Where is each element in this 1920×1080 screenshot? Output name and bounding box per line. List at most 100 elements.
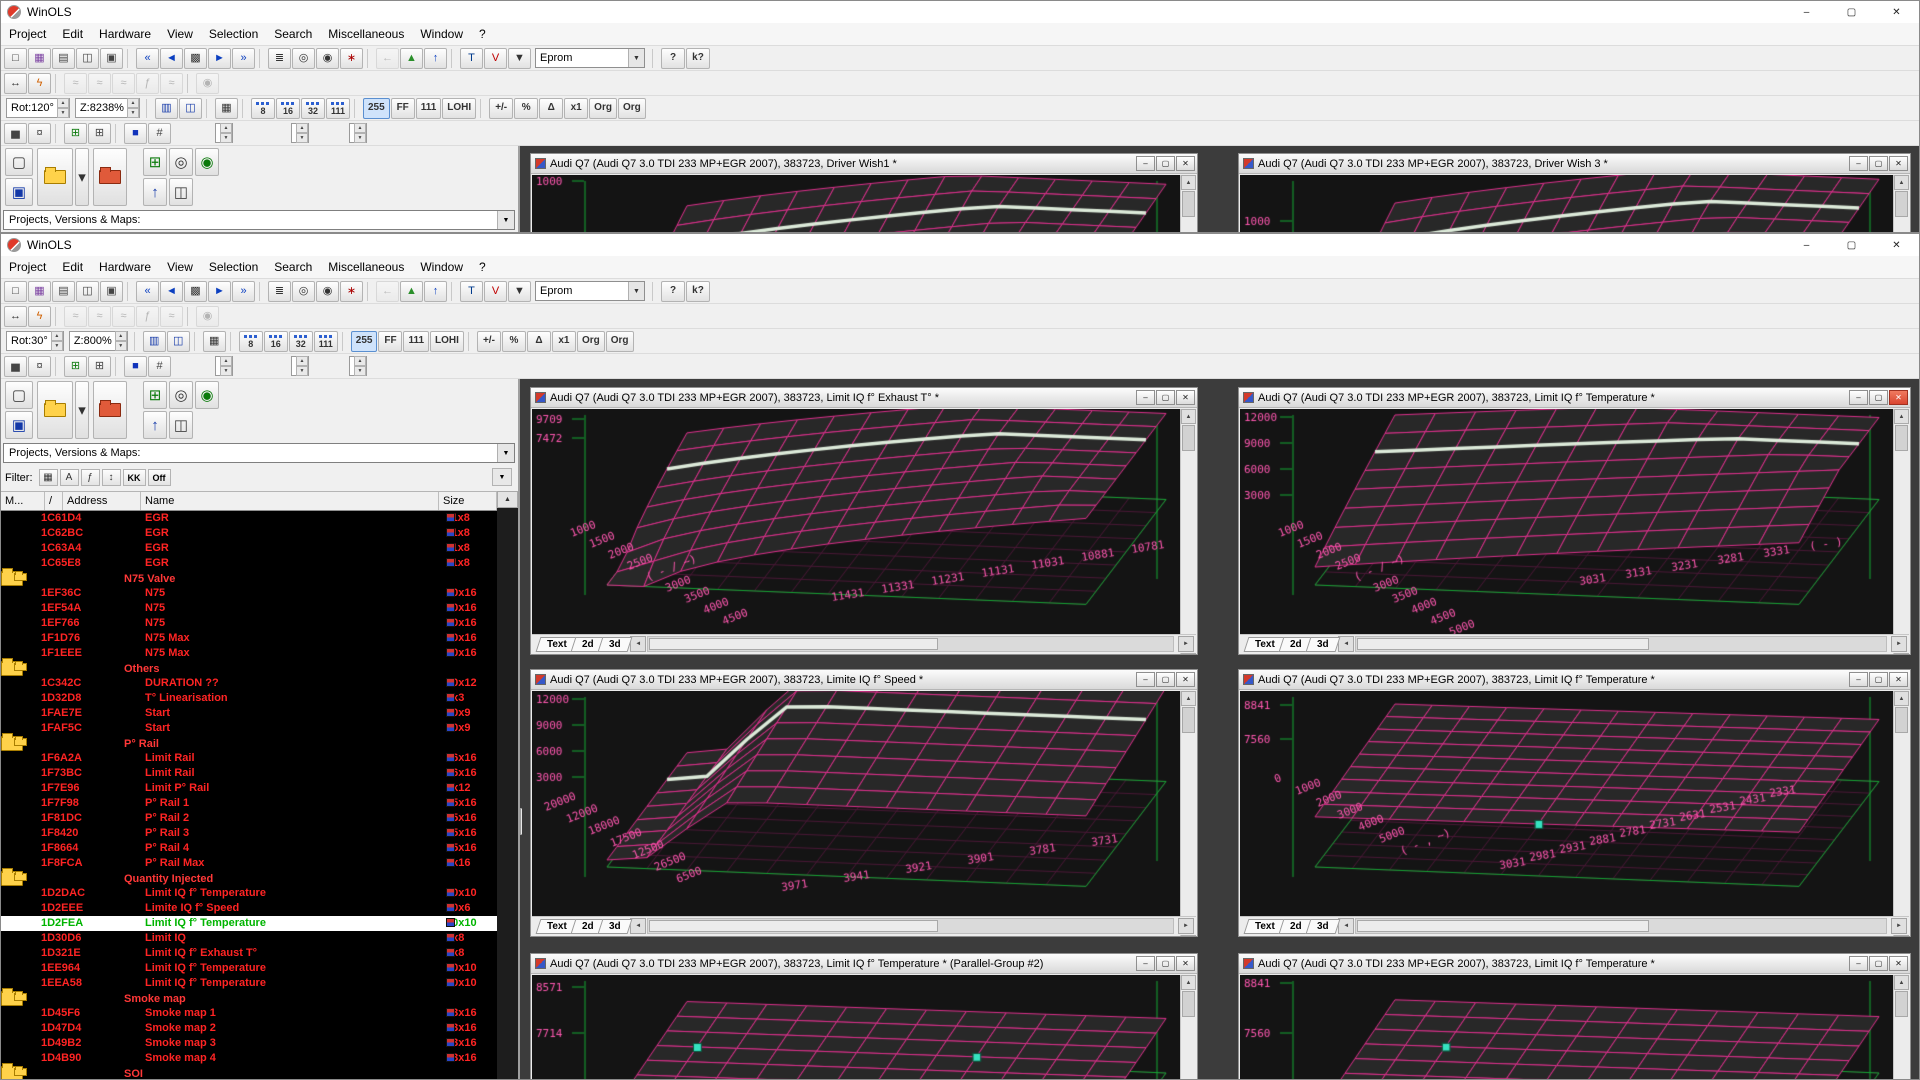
child-window-ml[interactable]: Audi Q7 (Audi Q7 3.0 TDI 233 MP+EGR 2007… [530, 669, 1198, 937]
projects-versions-combobox[interactable]: Projects, Versions & Maps: ▼ [3, 443, 515, 463]
column-header-m[interactable]: M... [1, 492, 45, 510]
original-button[interactable]: Org [577, 331, 605, 352]
surface-plot-3d[interactable] [532, 175, 1181, 232]
help-icon[interactable]: ? [661, 48, 685, 69]
scroll-right-button[interactable]: ► [1891, 918, 1907, 934]
projects-versions-combobox[interactable]: Projects, Versions & Maps: ▼ [3, 210, 515, 230]
child-close-button[interactable]: ✕ [1176, 672, 1195, 687]
surface-plot-3d[interactable] [1240, 975, 1894, 1079]
child-title-bar[interactable]: Audi Q7 (Audi Q7 3.0 TDI 233 MP+EGR 2007… [531, 388, 1197, 408]
scrollbar-thumb[interactable] [1895, 191, 1908, 217]
child-restore-button[interactable]: ▢ [1869, 672, 1888, 687]
spinner-up-icon[interactable]: ▲ [115, 331, 127, 341]
s3-spinner[interactable]: ▲▼ [349, 123, 367, 143]
scroll-up-icon[interactable]: ▲ [1894, 409, 1909, 424]
spinner-down-icon[interactable]: ▼ [51, 341, 63, 351]
spinner-up-icon[interactable]: ▲ [51, 331, 63, 341]
filter-kk-button[interactable]: KK [123, 469, 146, 486]
chevron-down-icon[interactable]: ▼ [497, 444, 514, 462]
screen-split-icon[interactable]: ◫ [179, 98, 202, 119]
format-dec-button[interactable]: 255 [363, 98, 390, 119]
map-row[interactable]: 1C62BCEGR11x8 [1, 526, 497, 541]
add-window-icon[interactable]: ⊞ [143, 381, 167, 409]
child-minimize-button[interactable]: – [1849, 956, 1868, 971]
nav-prev-icon[interactable]: ◄ [160, 281, 183, 302]
zoom-search-icon[interactable]: ◎ [292, 48, 315, 69]
child-vertical-scrollbar[interactable]: ▲▼ [1893, 409, 1909, 654]
child-window-bl[interactable]: Audi Q7 (Audi Q7 3.0 TDI 233 MP+EGR 2007… [530, 953, 1198, 1079]
map-row[interactable]: 1C65E8EGR11x8 [1, 556, 497, 571]
spinner-down-icon[interactable]: ▼ [115, 341, 127, 351]
map-row[interactable]: 1F8FCAP° Rail Max8x16 [1, 856, 497, 871]
map-row[interactable]: 1EE964Limit IQ f° Temperature10x10 [1, 961, 497, 976]
grid-cells-icon[interactable]: ▦ [215, 98, 238, 119]
minimize-button[interactable]: – [1784, 234, 1829, 256]
map-row[interactable]: 1C61D4EGR11x8 [1, 511, 497, 526]
maximize-button[interactable]: ▢ [1829, 1, 1874, 23]
menu-hardware[interactable]: Hardware [91, 24, 159, 44]
view-dropdown-icon[interactable]: ▼ [508, 48, 531, 69]
menu-edit[interactable]: Edit [54, 257, 91, 277]
scroll-left-button[interactable]: ◄ [1338, 636, 1354, 652]
format-lohi-button[interactable]: LOHI [442, 98, 476, 119]
search-special-icon[interactable]: ∗ [340, 48, 363, 69]
percent-button[interactable]: % [514, 98, 538, 119]
value-view-icon[interactable]: V [484, 281, 507, 302]
column-header-[interactable]: / [45, 492, 63, 510]
child-restore-button[interactable]: ▢ [1869, 956, 1888, 971]
search-window-icon[interactable]: ◎ [169, 381, 193, 409]
function-icon[interactable]: ƒ [136, 306, 159, 327]
grid-add-green-icon[interactable]: ⊞ [64, 123, 87, 144]
spinner-down-icon[interactable]: ▼ [220, 366, 232, 376]
zoom-search-icon[interactable]: ◎ [292, 281, 315, 302]
surface-plot-3d[interactable] [532, 975, 1181, 1079]
child-window-br[interactable]: Audi Q7 (Audi Q7 3.0 TDI 233 MP+EGR 2007… [1238, 953, 1911, 1079]
spinner-down-icon[interactable]: ▼ [296, 133, 308, 143]
s1-spinner[interactable]: ▲▼ [215, 123, 233, 143]
filter-map-icon[interactable]: ▦ [39, 469, 58, 486]
globe-icon[interactable]: ◉ [195, 148, 219, 176]
child-horizontal-scrollbar[interactable] [1355, 636, 1887, 652]
scroll-up-icon[interactable]: ▲ [1181, 175, 1196, 190]
child-minimize-button[interactable]: – [1136, 390, 1155, 405]
scroll-up-icon[interactable]: ▲ [1894, 691, 1909, 706]
spinner-down-icon[interactable]: ▼ [57, 108, 69, 118]
map-folder-row[interactable]: Smoke map [1, 991, 23, 1006]
nav-first-icon[interactable]: « [136, 281, 159, 302]
axis-ticks-icon[interactable]: # [148, 123, 171, 144]
scrollbar-thumb[interactable] [1182, 191, 1195, 217]
search-special-icon[interactable]: ∗ [340, 281, 363, 302]
export-icon[interactable]: ↑ [143, 411, 167, 439]
fit-width-icon[interactable]: ↔ [4, 73, 27, 94]
nav-last-icon[interactable]: » [232, 48, 255, 69]
grid-add-icon[interactable]: ⊞ [88, 123, 111, 144]
map-row[interactable]: 1FAF5CStart10x9 [1, 721, 497, 736]
map-row[interactable]: 1F81DCP° Rail 215x16 [1, 811, 497, 826]
screen-split-icon[interactable]: ◫ [167, 331, 190, 352]
back-arrow-icon[interactable]: ← [376, 281, 399, 302]
surface-plot-3d[interactable] [1240, 691, 1894, 919]
menu-edit[interactable]: Edit [54, 24, 91, 44]
map-row[interactable]: 1D30D6Limit IQ8x8 [1, 931, 497, 946]
menu-view[interactable]: View [159, 24, 201, 44]
scroll-up-icon[interactable]: ▲ [1181, 691, 1196, 706]
spinner-up-icon[interactable]: ▲ [354, 356, 366, 366]
chevron-down-icon[interactable]: ▼ [497, 211, 514, 229]
tab-3d[interactable]: 3d [1305, 919, 1340, 934]
map-folder-row[interactable]: N75 Valve [1, 571, 23, 586]
child-minimize-button[interactable]: – [1136, 956, 1155, 971]
scroll-up-icon[interactable]: ▲ [497, 491, 518, 508]
eprom-chip-icon[interactable]: ▦ [28, 48, 51, 69]
menu-help[interactable]: ? [471, 24, 494, 44]
snapshot-icon[interactable]: ◉ [196, 306, 219, 327]
tools-icon[interactable]: ¤ [28, 356, 51, 377]
child-vertical-scrollbar[interactable]: ▲▼ [1180, 409, 1196, 654]
scroll-right-button[interactable]: ► [1178, 636, 1194, 652]
child-restore-button[interactable]: ▢ [1156, 672, 1175, 687]
child-restore-button[interactable]: ▢ [1156, 956, 1175, 971]
eprom-combobox[interactable]: Eprom▼ [535, 48, 645, 68]
rot-spinner[interactable]: Rot:30°▲▼ [6, 331, 64, 351]
filter-updown-icon[interactable]: ↕ [102, 469, 121, 486]
nav-last-icon[interactable]: » [232, 281, 255, 302]
context-help-icon[interactable]: k? [686, 48, 710, 69]
